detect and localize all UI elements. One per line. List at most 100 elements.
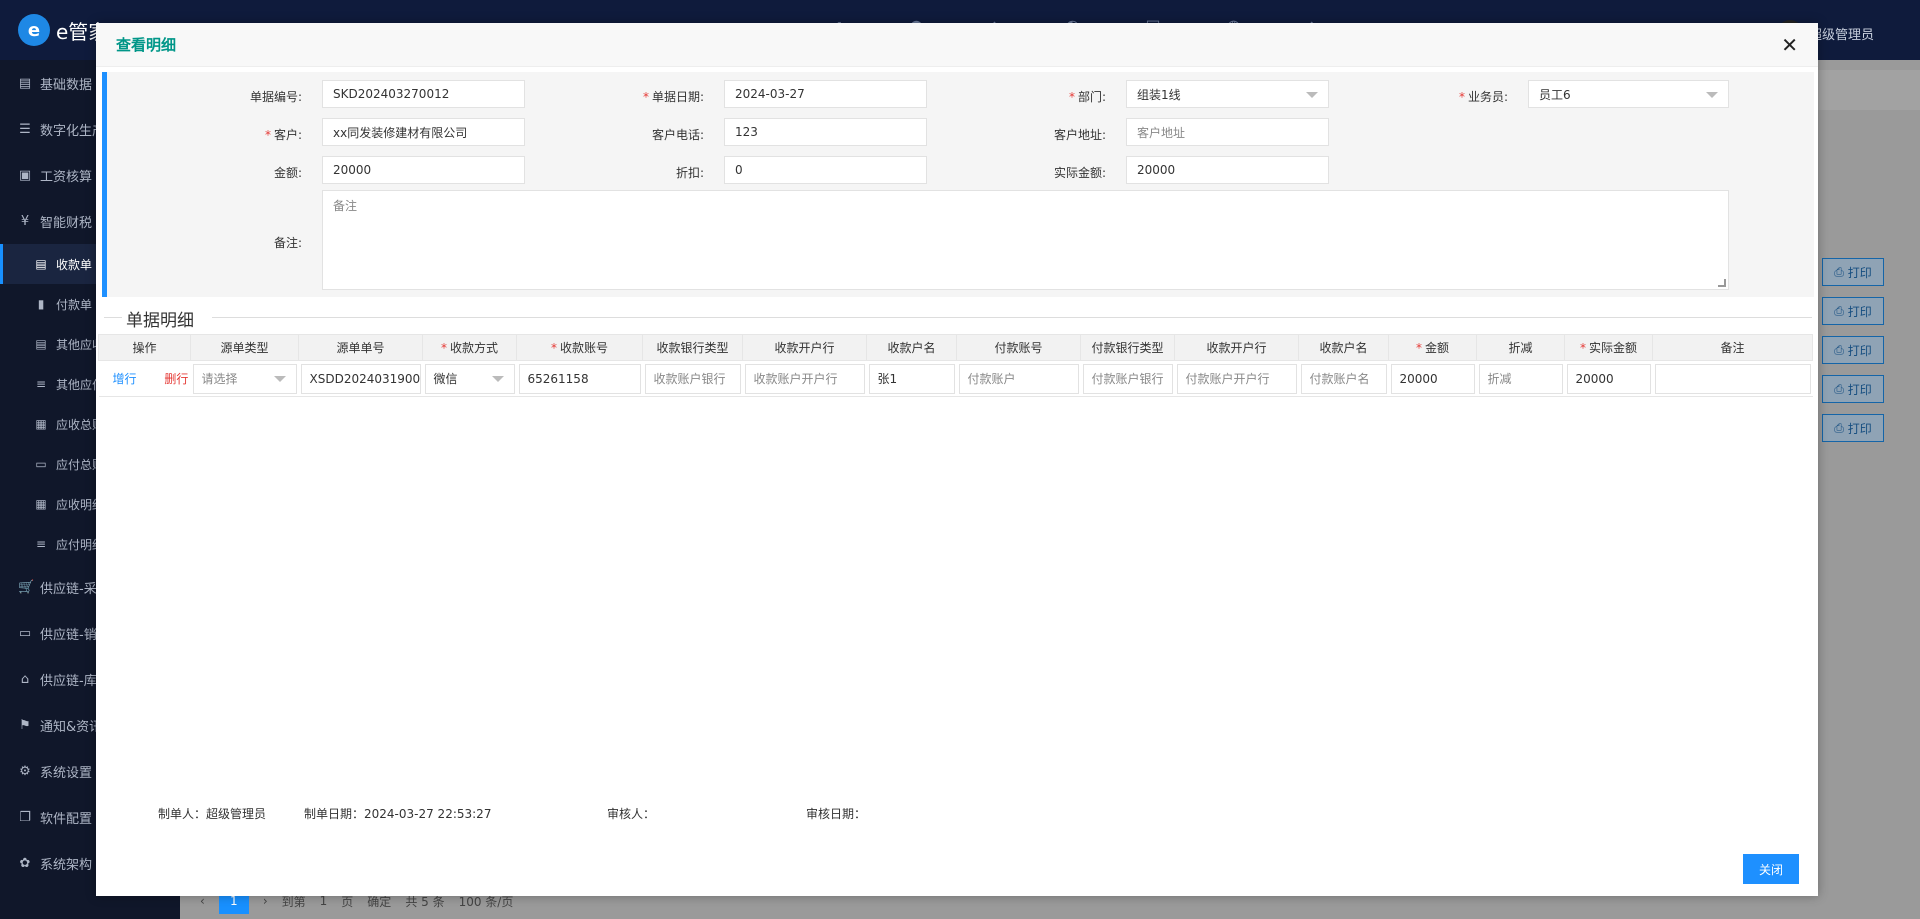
pay-account-field[interactable]: 付款账户 [958, 363, 1079, 394]
page-input[interactable]: 1 [320, 894, 328, 908]
close-button[interactable]: 关闭 [1743, 854, 1799, 884]
printer-icon: ⎙ [1834, 420, 1844, 435]
doc-date-field[interactable]: 2024-03-27 [724, 80, 927, 108]
user-name: 超级管理员 [1808, 27, 1874, 43]
actual-amount-label: 实际金额: [1053, 166, 1106, 180]
sidebar-item-label: 通知&资讯 [40, 719, 103, 735]
divider [104, 317, 122, 318]
sidebar-item-label: 系统架构 [40, 857, 93, 873]
auditor-info: 审核人： [607, 807, 656, 821]
reduce-field[interactable]: 折减 [1478, 363, 1563, 394]
sidebar-item-label: 工资核算 [40, 169, 93, 185]
divider [212, 317, 1812, 318]
source-type-select[interactable]: 请选择 [192, 363, 297, 394]
menu-icon: ⚙ [19, 763, 31, 779]
doc-no-field[interactable]: SKD202403270012 [322, 80, 525, 108]
column-header: 收款开户行 [1174, 334, 1299, 361]
modal-title: 查看明细 [116, 36, 177, 54]
actual-amount-field[interactable]: 20000 [1126, 156, 1329, 184]
phone-label: 客户电话: [651, 128, 704, 142]
row-amount-field[interactable]: 20000 [1390, 363, 1475, 394]
menu-icon: ≡ [35, 537, 47, 551]
print-button[interactable]: ⎙ 打印 [1822, 297, 1884, 325]
print-button[interactable]: ⎙ 打印 [1822, 414, 1884, 442]
doc-no-label: 单据编号: [249, 90, 302, 104]
column-header: 备注 [1652, 334, 1813, 361]
column-header: 收款开户行 [742, 334, 867, 361]
address-label: 客户地址: [1053, 128, 1106, 142]
close-icon[interactable]: ✕ [1781, 35, 1798, 55]
menu-icon: ▮ [37, 297, 45, 311]
column-header: * 收款账号 [516, 334, 643, 361]
detail-modal: 查看明细 ✕ 单据编号: SKD202403270012 * 单据日期: 2024… [96, 23, 1818, 896]
pay-name-field[interactable]: 付款账户名 [1300, 363, 1387, 394]
recv-bank-field[interactable]: 收款账户开户行 [744, 363, 865, 394]
dept-select[interactable]: 组装1线 [1126, 80, 1329, 108]
column-header: 收款户名 [1298, 334, 1389, 361]
customer-label: * 客户: [264, 128, 302, 142]
column-header: 源单类型 [190, 334, 299, 361]
menu-icon: 🛒 [18, 579, 35, 595]
sidebar-item-label: 基础数据 [40, 77, 93, 93]
menu-icon: ☰ [19, 121, 31, 137]
resize-handle-icon [1718, 279, 1726, 287]
table-row: 增行 删行 请选择 XSDD20240319000 微信 65261158 收款… [98, 360, 1813, 397]
menu-icon: ▤ [35, 337, 47, 351]
menu-icon: ≡ [35, 377, 47, 391]
printer-icon: ⎙ [1834, 264, 1844, 279]
column-header: 付款银行类型 [1080, 334, 1175, 361]
delete-row-button[interactable]: 删行 [164, 372, 188, 386]
prev-page-icon[interactable]: ‹ [200, 894, 205, 908]
column-header: * 实际金额 [1564, 334, 1653, 361]
print-button[interactable]: ⎙ 打印 [1822, 258, 1884, 286]
next-page-icon[interactable]: › [263, 894, 268, 908]
salesman-select[interactable]: 员工6 [1528, 80, 1729, 108]
customer-field[interactable]: xx同发装修建材有限公司 [322, 118, 525, 146]
address-field[interactable]: 客户地址 [1126, 118, 1329, 146]
discount-label: 折扣: [675, 166, 704, 180]
chevron-down-icon [1306, 92, 1318, 98]
pay-bank-type-field[interactable]: 付款账户银行 [1082, 363, 1173, 394]
menu-icon: ✿ [19, 855, 31, 871]
recv-account-field[interactable]: 65261158 [518, 363, 641, 394]
doc-date-label: * 单据日期: [642, 90, 704, 104]
amount-label: 金额: [273, 166, 302, 180]
recv-bank-type-field[interactable]: 收款账户银行 [644, 363, 741, 394]
column-header: 折减 [1476, 334, 1565, 361]
row-remark-field[interactable] [1654, 363, 1811, 394]
sidebar-item-label: 智能财税 [40, 215, 93, 231]
maker-info: 制单人：超级管理员 [158, 807, 267, 821]
menu-icon: ▤ [35, 257, 47, 271]
recv-name-field[interactable]: 张1 [868, 363, 955, 394]
phone-field[interactable]: 123 [724, 118, 927, 146]
print-button[interactable]: ⎙ 打印 [1822, 375, 1884, 403]
column-header: 操作 [98, 334, 191, 361]
menu-icon: ⌂ [20, 671, 30, 687]
sidebar-item-label: 付款单 [56, 297, 93, 312]
column-header: 源单单号 [298, 334, 423, 361]
table-header-row: 操作 源单类型 源单单号 * 收款方式 * 收款账号 收款银行类型 收款开户行 收款户名 付款账号付… [98, 334, 1813, 361]
menu-icon: ⚑ [19, 717, 31, 733]
discount-field[interactable]: 0 [724, 156, 927, 184]
pay-bank-field[interactable]: 付款账户开户行 [1176, 363, 1297, 394]
logo-mark: e [18, 14, 50, 46]
column-header: 付款账号 [956, 334, 1081, 361]
chevron-down-icon [491, 375, 504, 382]
menu-icon: ▭ [18, 625, 32, 641]
app-logo[interactable]: e e管家 [18, 14, 108, 46]
pay-method-select[interactable]: 微信 [424, 363, 515, 394]
column-header: 收款银行类型 [642, 334, 743, 361]
print-button[interactable]: ⎙ 打印 [1822, 336, 1884, 364]
menu-icon: ¥ [20, 213, 30, 229]
menu-icon: ▤ [18, 75, 32, 91]
amount-field[interactable]: 20000 [322, 156, 525, 184]
column-header: * 收款方式 [422, 334, 517, 361]
menu-icon: ▣ [18, 167, 32, 183]
remark-textarea[interactable]: 备注 [322, 190, 1729, 290]
dept-label: * 部门: [1068, 90, 1106, 104]
menu-icon: ▭ [35, 457, 47, 471]
menu-icon: ❐ [19, 809, 31, 825]
add-row-button[interactable]: 增行 [113, 372, 137, 386]
source-no-field[interactable]: XSDD20240319000 [300, 363, 421, 394]
row-actual-field[interactable]: 20000 [1566, 363, 1651, 394]
